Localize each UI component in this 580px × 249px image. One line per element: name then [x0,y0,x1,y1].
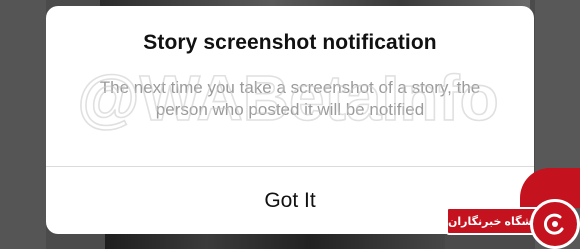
screenshot-stage: Story screenshot notification The next t… [0,0,580,249]
news-badge: باشگاه خبرنگاران [446,199,580,249]
background-left [0,0,46,249]
news-club-logo-icon [530,199,580,249]
dialog-message: The next time you take a screenshot of a… [99,78,481,119]
dialog-title: Story screenshot notification [143,31,437,54]
